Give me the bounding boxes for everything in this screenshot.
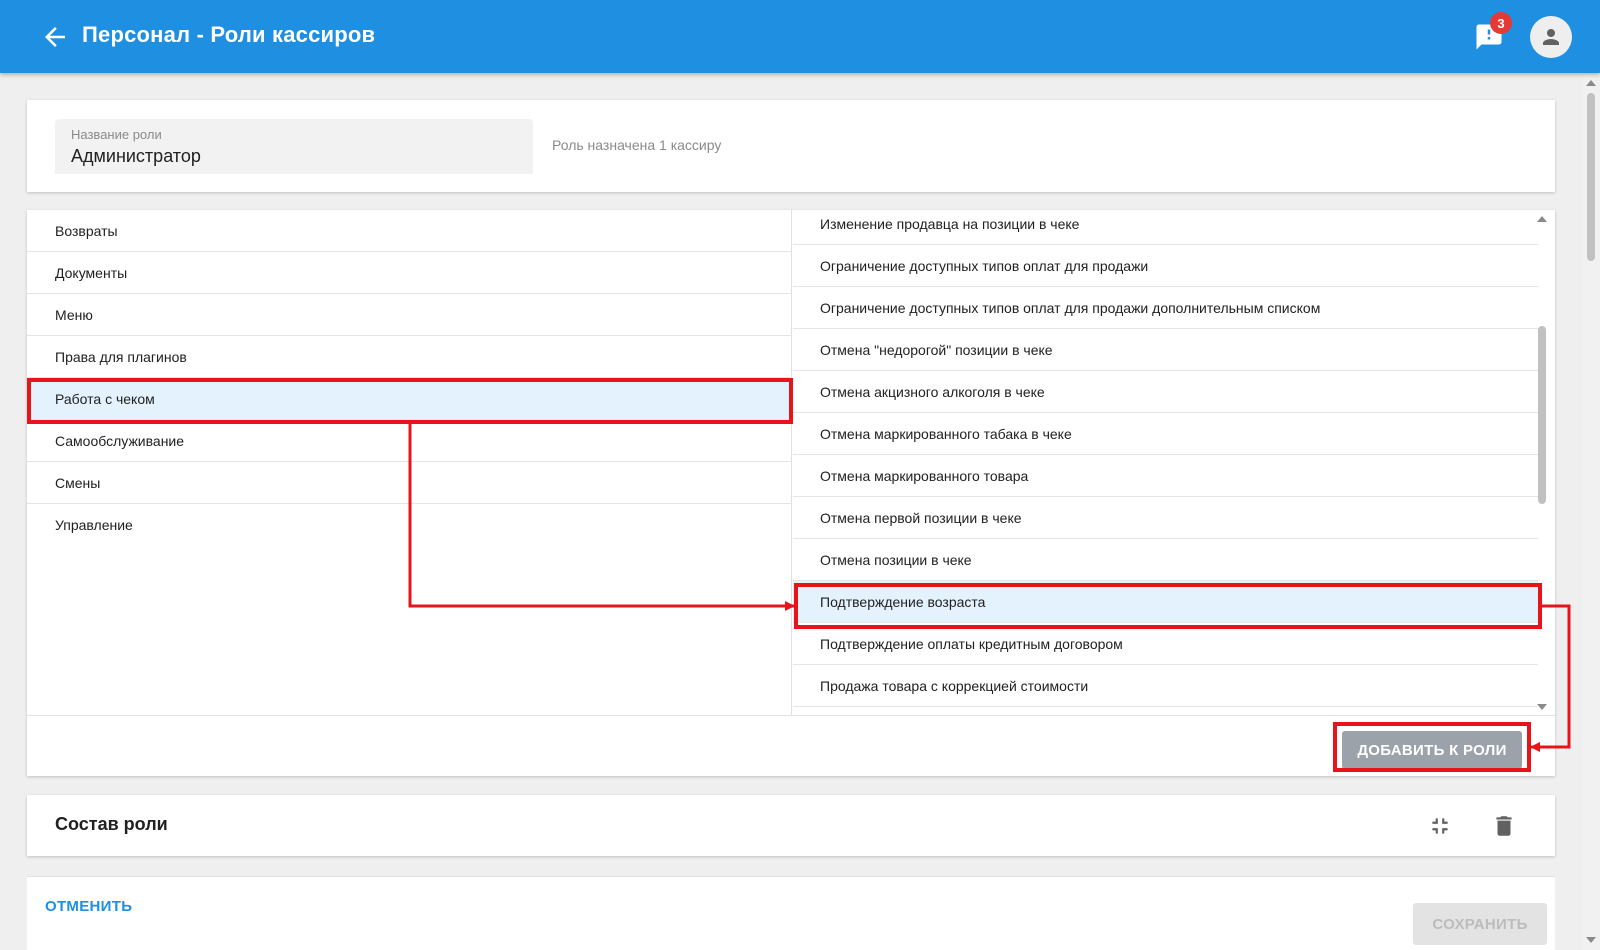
app-bar: Персонал - Роли кассиров 3 (0, 0, 1600, 73)
category-item-self-service[interactable]: Самообслуживание (27, 420, 792, 462)
scrollbar-thumb[interactable] (1538, 326, 1546, 504)
category-list: Возвраты Документы Меню Права для плагин… (27, 210, 792, 715)
cancel-button[interactable]: ОТМЕНИТЬ (45, 898, 132, 915)
permission-item[interactable]: Подтверждение оплаты кредитным договором (793, 623, 1538, 665)
permissions-footer: ДОБАВИТЬ К РОЛИ (27, 715, 1555, 776)
permissions-card: Возвраты Документы Меню Права для плагин… (27, 210, 1555, 776)
category-item-plugin-rights[interactable]: Права для плагинов (27, 336, 792, 378)
back-arrow-icon[interactable] (40, 22, 70, 52)
role-assigned-text: Роль назначена 1 кассиру (552, 137, 722, 153)
permission-item-age-confirmation[interactable]: Подтверждение возраста (793, 581, 1538, 623)
collapse-icon[interactable] (1427, 813, 1453, 839)
permission-list: Изменение продавца на позиции в чеке Огр… (793, 210, 1555, 715)
account-icon[interactable] (1530, 16, 1572, 58)
category-item-shifts[interactable]: Смены (27, 462, 792, 504)
add-to-role-button[interactable]: ДОБАВИТЬ К РОЛИ (1342, 731, 1522, 769)
permission-item[interactable]: Отмена первой позиции в чеке (793, 497, 1538, 539)
category-item-documents[interactable]: Документы (27, 252, 792, 294)
page-scrollbar-thumb[interactable] (1587, 93, 1595, 261)
permission-item[interactable]: Отмена акцизного алкоголя в чеке (793, 371, 1538, 413)
permission-item[interactable]: Отмена "недорогой" позиции в чеке (793, 329, 1538, 371)
role-composition-card: Состав роли (27, 795, 1555, 856)
page-scroll-down-icon[interactable] (1586, 937, 1596, 943)
role-name-field[interactable]: Название роли Администратор (55, 119, 533, 174)
role-name-label: Название роли (71, 127, 162, 142)
permission-item[interactable]: Продажа товара с коррекцией стоимости (793, 665, 1538, 707)
permission-item[interactable]: Ограничение доступных типов оплат для пр… (793, 287, 1538, 329)
scroll-down-arrow-icon[interactable] (1537, 704, 1547, 710)
save-button[interactable]: СОХРАНИТЬ (1413, 903, 1547, 945)
category-item-management[interactable]: Управление (27, 504, 792, 546)
permission-item[interactable]: Изменение продавца на позиции в чеке (793, 210, 1538, 245)
role-name-value[interactable]: Администратор (71, 146, 201, 167)
page-scrollbar[interactable] (1583, 73, 1600, 950)
page-title: Персонал - Роли кассиров (82, 22, 376, 47)
permission-item[interactable]: Ограничение доступных типов оплат для пр… (793, 245, 1538, 287)
delete-icon[interactable] (1491, 812, 1517, 840)
role-composition-title: Состав роли (55, 814, 168, 834)
page-scroll-up-icon[interactable] (1586, 80, 1596, 86)
notification-badge: 3 (1490, 12, 1512, 34)
bottom-action-bar: ОТМЕНИТЬ СОХРАНИТЬ (27, 876, 1555, 950)
permission-item[interactable]: Отмена позиции в чеке (793, 539, 1538, 581)
category-item-receipt-work[interactable]: Работа с чеком (27, 378, 792, 420)
category-item-returns[interactable]: Возвраты (27, 210, 792, 252)
permission-item[interactable]: Отмена маркированного товара (793, 455, 1538, 497)
scroll-up-arrow-icon[interactable] (1537, 216, 1547, 222)
role-info-card: Название роли Администратор Роль назначе… (27, 100, 1555, 192)
permission-list-scrollbar[interactable] (1535, 216, 1549, 710)
permission-item[interactable]: Отмена маркированного табака в чеке (793, 413, 1538, 455)
category-item-menu[interactable]: Меню (27, 294, 792, 336)
